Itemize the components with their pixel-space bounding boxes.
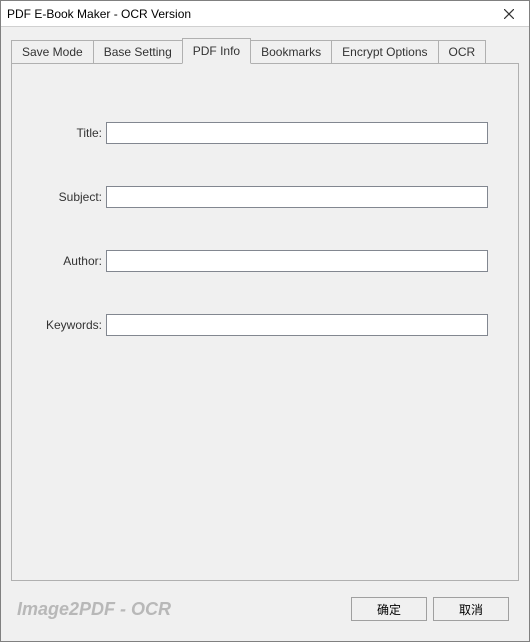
label-subject: Subject: bbox=[36, 190, 106, 204]
close-button[interactable] bbox=[489, 1, 529, 26]
row-title: Title: bbox=[12, 122, 518, 144]
row-author: Author: bbox=[12, 250, 518, 272]
tabstrip: Save Mode Base Setting PDF Info Bookmark… bbox=[11, 39, 519, 63]
cancel-button[interactable]: 取消 bbox=[433, 597, 509, 621]
tab-save-mode[interactable]: Save Mode bbox=[11, 40, 94, 63]
tab-encrypt-options[interactable]: Encrypt Options bbox=[331, 40, 438, 63]
input-keywords[interactable] bbox=[106, 314, 488, 336]
input-author[interactable] bbox=[106, 250, 488, 272]
close-icon bbox=[504, 9, 514, 19]
tab-pdf-info[interactable]: PDF Info bbox=[182, 38, 251, 64]
tab-control: Save Mode Base Setting PDF Info Bookmark… bbox=[11, 39, 519, 581]
footer: Image2PDF - OCR 确定 取消 bbox=[11, 597, 519, 631]
app-window: PDF E-Book Maker - OCR Version Save Mode… bbox=[0, 0, 530, 642]
label-title: Title: bbox=[36, 126, 106, 140]
tab-base-setting[interactable]: Base Setting bbox=[93, 40, 183, 63]
tab-pane: Title: Subject: Author: Keywords: bbox=[11, 63, 519, 581]
branding-text: Image2PDF - OCR bbox=[17, 599, 171, 620]
tab-ocr[interactable]: OCR bbox=[438, 40, 487, 63]
label-keywords: Keywords: bbox=[36, 318, 106, 332]
ok-button[interactable]: 确定 bbox=[351, 597, 427, 621]
footer-buttons: 确定 取消 bbox=[351, 597, 509, 621]
window-title: PDF E-Book Maker - OCR Version bbox=[7, 7, 191, 21]
row-keywords: Keywords: bbox=[12, 314, 518, 336]
input-title[interactable] bbox=[106, 122, 488, 144]
client-area: Save Mode Base Setting PDF Info Bookmark… bbox=[1, 27, 529, 641]
pdf-info-form: Title: Subject: Author: Keywords: bbox=[12, 64, 518, 336]
titlebar: PDF E-Book Maker - OCR Version bbox=[1, 1, 529, 27]
label-author: Author: bbox=[36, 254, 106, 268]
tab-bookmarks[interactable]: Bookmarks bbox=[250, 40, 332, 63]
input-subject[interactable] bbox=[106, 186, 488, 208]
row-subject: Subject: bbox=[12, 186, 518, 208]
